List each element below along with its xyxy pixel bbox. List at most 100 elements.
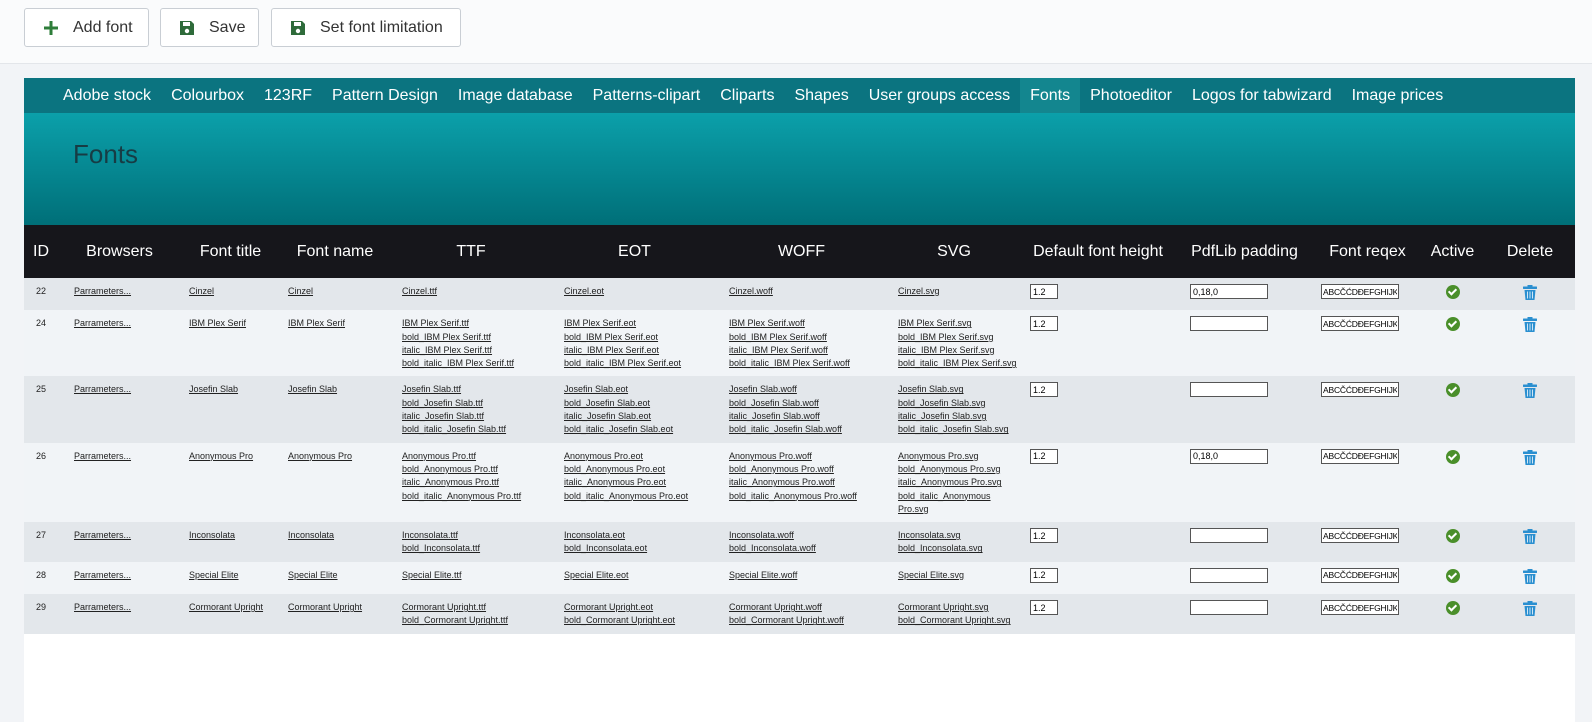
tab-fonts[interactable]: Fonts	[1020, 78, 1081, 113]
pdflib-padding-input[interactable]	[1190, 600, 1268, 616]
ttf-file-link[interactable]: bold_Cormorant Upright.ttf	[402, 614, 552, 627]
ttf-file-link[interactable]: bold_italic_Josefin Slab.ttf	[402, 423, 552, 436]
font-name-link[interactable]: Josefin Slab	[288, 384, 337, 394]
svg-file-link[interactable]: bold_italic_Anonymous Pro.svg	[898, 490, 1022, 517]
font-name-link[interactable]: Special Elite	[288, 570, 338, 580]
woff-file-link[interactable]: Anonymous Pro.woff	[729, 450, 886, 463]
default-font-height-input[interactable]	[1030, 600, 1058, 616]
eot-file-link[interactable]: bold_italic_IBM Plex Serif.eot	[564, 357, 717, 370]
woff-file-link[interactable]: bold_italic_IBM Plex Serif.woff	[729, 357, 886, 370]
trash-icon[interactable]	[1523, 529, 1537, 548]
active-check-icon[interactable]	[1445, 601, 1460, 616]
trash-icon[interactable]	[1523, 449, 1537, 469]
active-check-icon[interactable]	[1445, 568, 1460, 583]
svg-file-link[interactable]: IBM Plex Serif.svg	[898, 317, 1022, 330]
svg-file-link[interactable]: italic_Josefin Slab.svg	[898, 410, 1022, 423]
font-name-link[interactable]: IBM Plex Serif	[288, 318, 345, 328]
add-font-button[interactable]: Add font	[24, 8, 149, 47]
tab-logos-for-tabwizard[interactable]: Logos for tabwizard	[1182, 78, 1342, 113]
ttf-file-link[interactable]: Anonymous Pro.ttf	[402, 450, 552, 463]
eot-file-link[interactable]: IBM Plex Serif.eot	[564, 317, 717, 330]
default-font-height-input[interactable]	[1030, 567, 1058, 583]
eot-file-link[interactable]: italic_Josefin Slab.eot	[564, 410, 717, 423]
eot-file-link[interactable]: bold_Cormorant Upright.eot	[564, 614, 717, 627]
svg-file-link[interactable]: Special Elite.svg	[898, 569, 1022, 582]
woff-file-link[interactable]: Inconsolata.woff	[729, 529, 886, 542]
save-button[interactable]: Save	[160, 8, 259, 47]
trash-icon[interactable]	[1523, 285, 1537, 304]
eot-file-link[interactable]: Cormorant Upright.eot	[564, 601, 717, 614]
eot-file-link[interactable]: italic_Anonymous Pro.eot	[564, 476, 717, 489]
font-reqex-input[interactable]	[1321, 316, 1399, 332]
svg-file-link[interactable]: Inconsolata.svg	[898, 529, 1022, 542]
tab-adobe-stock[interactable]: Adobe stock	[53, 78, 161, 113]
tab-image-prices[interactable]: Image prices	[1342, 78, 1454, 113]
pdflib-padding-input[interactable]	[1190, 284, 1268, 299]
svg-file-link[interactable]: Josefin Slab.svg	[898, 383, 1022, 396]
default-font-height-input[interactable]	[1030, 448, 1058, 464]
font-title-link[interactable]: Josefin Slab	[189, 384, 238, 394]
font-title-link[interactable]: Cormorant Upright	[189, 602, 263, 612]
pdflib-padding-input[interactable]	[1190, 567, 1268, 583]
woff-file-link[interactable]: Josefin Slab.woff	[729, 383, 886, 396]
ttf-file-link[interactable]: italic_Anonymous Pro.ttf	[402, 476, 552, 489]
tab-user-groups-access[interactable]: User groups access	[859, 78, 1020, 113]
trash-icon[interactable]	[1523, 568, 1537, 588]
font-reqex-input[interactable]	[1321, 567, 1399, 583]
svg-file-link[interactable]: Cinzel.svg	[898, 285, 1022, 298]
font-title-link[interactable]: IBM Plex Serif	[189, 318, 246, 328]
active-check-icon[interactable]	[1445, 383, 1460, 398]
default-font-height-input[interactable]	[1030, 284, 1058, 299]
pdflib-padding-input[interactable]	[1190, 528, 1268, 544]
ttf-file-link[interactable]: italic_IBM Plex Serif.ttf	[402, 344, 552, 357]
svg-file-link[interactable]: bold_IBM Plex Serif.svg	[898, 331, 1022, 344]
active-check-icon[interactable]	[1445, 285, 1460, 299]
svg-file-link[interactable]: bold_Anonymous Pro.svg	[898, 463, 1022, 476]
woff-file-link[interactable]: bold_italic_Anonymous Pro.woff	[729, 490, 886, 503]
active-check-icon[interactable]	[1445, 449, 1460, 464]
font-name-link[interactable]: Cinzel	[288, 286, 313, 296]
eot-file-link[interactable]: Special Elite.eot	[564, 569, 717, 582]
tab-colourbox[interactable]: Colourbox	[161, 78, 254, 113]
svg-file-link[interactable]: italic_Anonymous Pro.svg	[898, 476, 1022, 489]
woff-file-link[interactable]: Cormorant Upright.woff	[729, 601, 886, 614]
font-reqex-input[interactable]	[1321, 382, 1399, 398]
ttf-file-link[interactable]: bold_italic_Anonymous Pro.ttf	[402, 490, 552, 503]
eot-file-link[interactable]: Anonymous Pro.eot	[564, 450, 717, 463]
eot-file-link[interactable]: bold_italic_Anonymous Pro.eot	[564, 490, 717, 503]
woff-file-link[interactable]: Cinzel.woff	[729, 285, 886, 298]
svg-file-link[interactable]: Anonymous Pro.svg	[898, 450, 1022, 463]
tab-image-database[interactable]: Image database	[448, 78, 583, 113]
ttf-file-link[interactable]: Special Elite.ttf	[402, 569, 552, 582]
woff-file-link[interactable]: italic_Anonymous Pro.woff	[729, 476, 886, 489]
ttf-file-link[interactable]: Cinzel.ttf	[402, 285, 552, 298]
trash-icon[interactable]	[1523, 317, 1537, 336]
eot-file-link[interactable]: bold_Josefin Slab.eot	[564, 397, 717, 410]
font-name-link[interactable]: Inconsolata	[288, 530, 334, 540]
ttf-file-link[interactable]: bold_IBM Plex Serif.ttf	[402, 331, 552, 344]
eot-file-link[interactable]: Inconsolata.eot	[564, 529, 717, 542]
tab-patterns-clipart[interactable]: Patterns-clipart	[583, 78, 711, 113]
font-reqex-input[interactable]	[1321, 448, 1399, 464]
browsers-parameters-link[interactable]: Parrameters...	[74, 530, 131, 540]
eot-file-link[interactable]: bold_italic_Josefin Slab.eot	[564, 423, 717, 436]
browsers-parameters-link[interactable]: Parrameters...	[74, 602, 131, 612]
woff-file-link[interactable]: italic_Josefin Slab.woff	[729, 410, 886, 423]
ttf-file-link[interactable]: Josefin Slab.ttf	[402, 383, 552, 396]
svg-file-link[interactable]: Cormorant Upright.svg	[898, 601, 1022, 614]
tab-123rf[interactable]: 123RF	[254, 78, 322, 113]
woff-file-link[interactable]: bold_italic_Josefin Slab.woff	[729, 423, 886, 436]
woff-file-link[interactable]: bold_Anonymous Pro.woff	[729, 463, 886, 476]
browsers-parameters-link[interactable]: Parrameters...	[74, 451, 131, 461]
default-font-height-input[interactable]	[1030, 528, 1058, 544]
tab-shapes[interactable]: Shapes	[784, 78, 858, 113]
default-font-height-input[interactable]	[1030, 316, 1058, 332]
ttf-file-link[interactable]: bold_italic_IBM Plex Serif.ttf	[402, 357, 552, 370]
browsers-parameters-link[interactable]: Parrameters...	[74, 384, 131, 394]
ttf-file-link[interactable]: Inconsolata.ttf	[402, 529, 552, 542]
tab-cliparts[interactable]: Cliparts	[710, 78, 784, 113]
font-reqex-input[interactable]	[1321, 528, 1399, 544]
tab-pattern-design[interactable]: Pattern Design	[322, 78, 448, 113]
pdflib-padding-input[interactable]	[1190, 382, 1268, 398]
browsers-parameters-link[interactable]: Parrameters...	[74, 318, 131, 328]
